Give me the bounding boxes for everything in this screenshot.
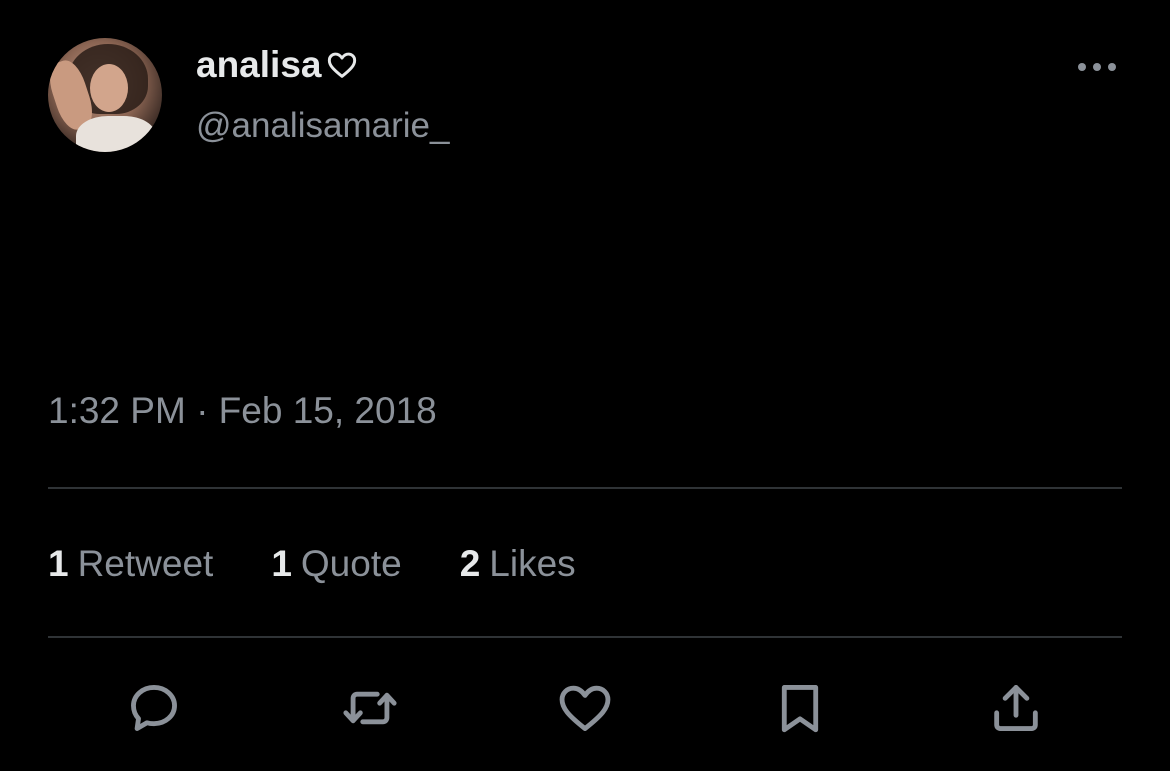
like-icon <box>559 685 611 731</box>
author-display-name[interactable]: analisa <box>196 44 359 86</box>
avatar-shirt <box>76 116 156 152</box>
divider <box>48 487 1122 489</box>
author-name-text: analisa <box>196 44 322 85</box>
bookmark-button[interactable] <box>768 676 832 740</box>
likes-label: Likes <box>489 543 576 584</box>
tweet-timestamp[interactable]: 1:32 PM · Feb 15, 2018 <box>48 390 437 432</box>
more-dot-icon <box>1108 63 1116 71</box>
quotes-label: Quote <box>300 543 402 584</box>
tweet-text-omitted <box>48 210 1128 330</box>
bookmark-icon <box>781 685 819 733</box>
quotes-count: 1 <box>271 543 292 584</box>
quotes-stat[interactable]: 1 Quote <box>271 543 401 585</box>
engagement-stats: 1 Retweet 1 Quote 2 Likes <box>48 543 634 585</box>
retweets-stat[interactable]: 1 Retweet <box>48 543 213 585</box>
share-icon <box>994 685 1038 731</box>
likes-stat[interactable]: 2 Likes <box>460 543 576 585</box>
divider <box>48 636 1122 638</box>
avatar[interactable] <box>48 38 162 152</box>
avatar-face <box>90 64 128 112</box>
share-button[interactable] <box>984 676 1048 740</box>
more-options-button[interactable] <box>1072 50 1122 84</box>
retweet-icon <box>343 691 397 725</box>
retweets-label: Retweet <box>77 543 214 584</box>
retweet-button[interactable] <box>338 676 402 740</box>
action-bar <box>0 676 1170 740</box>
likes-count: 2 <box>459 543 481 584</box>
reply-button[interactable] <box>122 676 186 740</box>
more-dot-icon <box>1093 63 1101 71</box>
like-button[interactable] <box>553 676 617 740</box>
heart-outline-icon <box>328 52 357 78</box>
reply-icon <box>131 685 177 731</box>
retweets-count: 1 <box>48 543 69 584</box>
author-handle[interactable]: @analisamarie_ <box>196 106 449 146</box>
more-dot-icon <box>1078 63 1086 71</box>
